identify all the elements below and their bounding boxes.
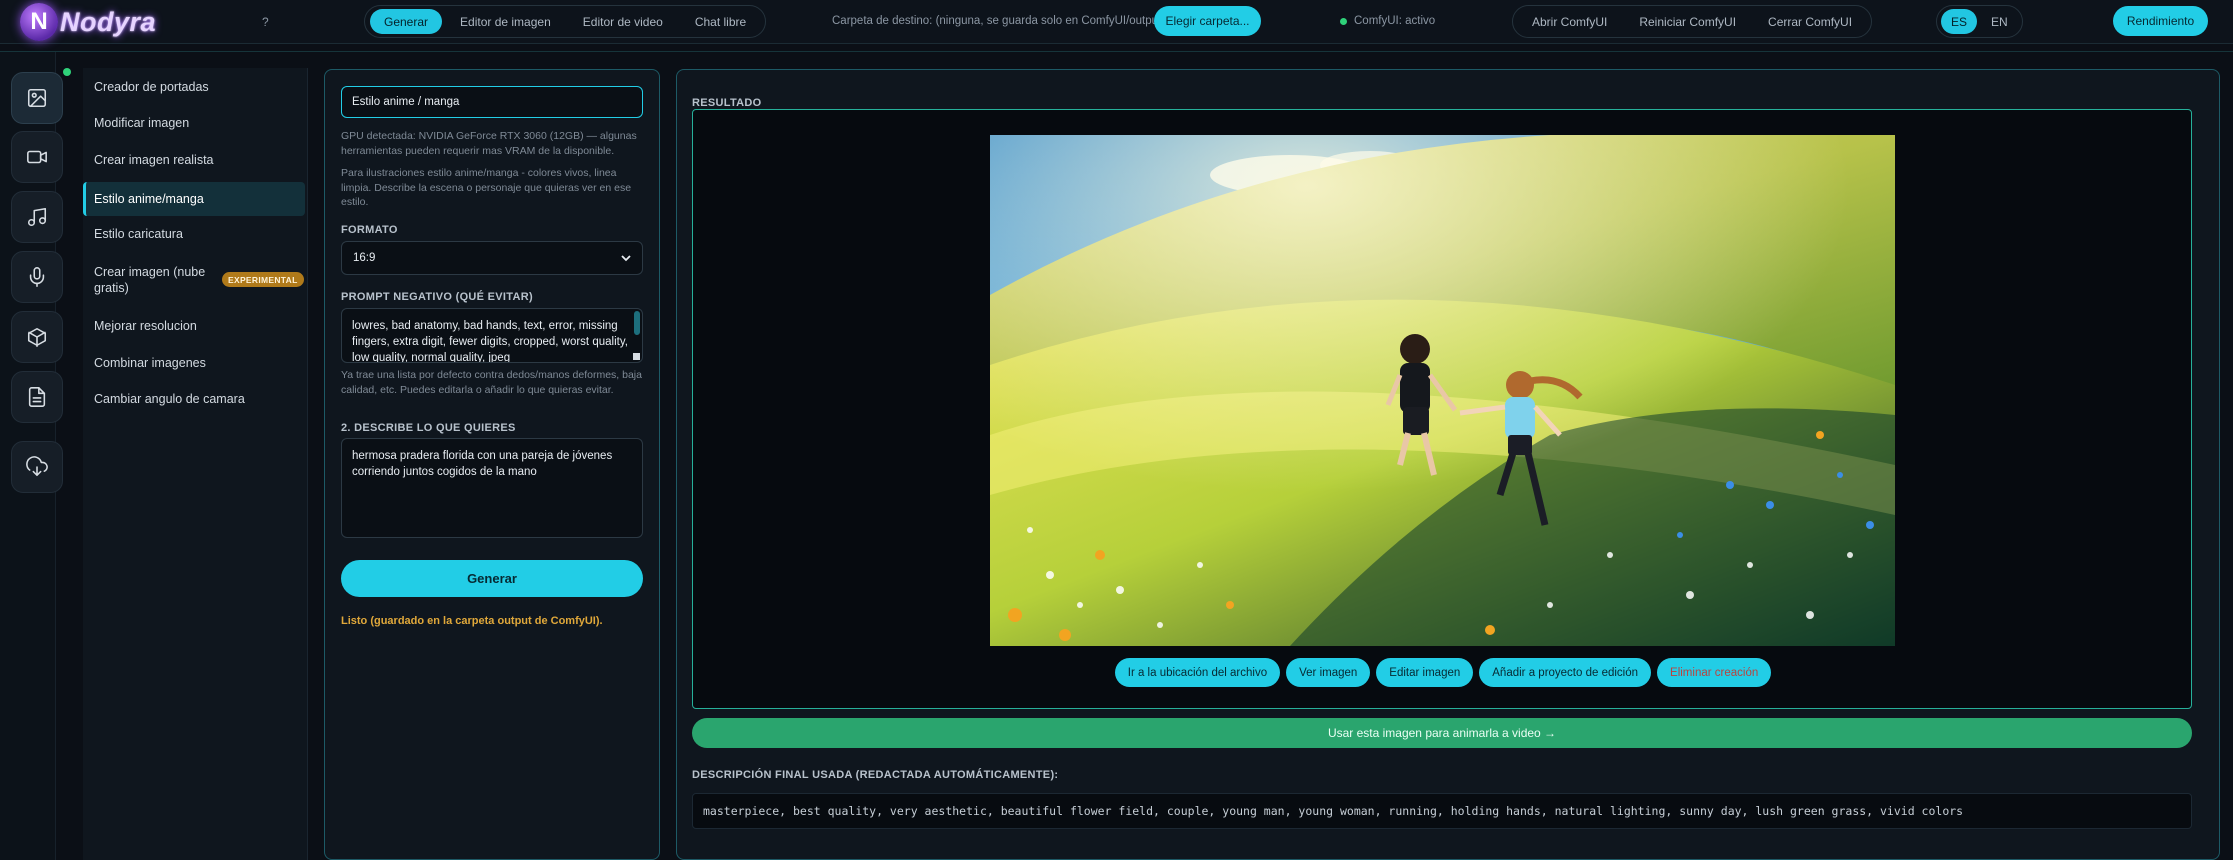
result-preview-frame: Ir a la ubicación del archivo Ver imagen… [692, 109, 2192, 709]
tab-chat-libre[interactable]: Chat libre [681, 9, 760, 34]
format-value: 16:9 [353, 252, 376, 264]
cube-icon [27, 327, 47, 347]
status-message: Listo (guardado en la carpeta output de … [341, 615, 603, 627]
app-logo[interactable]: N Nodyra [20, 3, 156, 41]
format-select[interactable]: 16:9 [341, 241, 643, 275]
status-text: ComfyUI: activo [1354, 15, 1436, 27]
describe-textarea[interactable]: hermosa pradera florida con una pareja d… [341, 438, 643, 538]
destination-folder-text: Carpeta de destino: (ninguna, se guarda … [832, 15, 1166, 27]
submenu-item-modificar-imagen[interactable]: Modificar imagen [83, 110, 305, 135]
negative-prompt-label: PROMPT NEGATIVO (QUÉ EVITAR) [341, 291, 533, 303]
final-prompt-field[interactable]: masterpiece, best quality, very aestheti… [692, 793, 2192, 829]
chevron-down-icon [621, 255, 631, 262]
submenu-item-combinar-imagenes[interactable]: Combinar imagenes [83, 350, 305, 375]
result-panel: RESULTADO Ir a la ubicación del archivo … [676, 69, 2220, 860]
generation-form-panel: Estilo anime / manga GPU detectada: NVID… [324, 69, 660, 860]
submenu-item-label: Crear imagen (nube gratis) [94, 265, 206, 295]
submenu-item-imagen-realista[interactable]: Crear imagen realista [83, 147, 305, 172]
submenu-item-mejorar-resolucion[interactable]: Mejorar resolucion [83, 313, 305, 338]
add-to-project-button[interactable]: Añadir a proyecto de edición [1479, 658, 1652, 687]
video-icon [27, 150, 47, 164]
help-button[interactable]: ? [262, 15, 269, 29]
gpu-note: GPU detectada: NVIDIA GeForce RTX 3060 (… [341, 130, 637, 157]
logo-mark: N [20, 3, 58, 41]
rail-3d-button[interactable] [11, 311, 63, 363]
image-icon [27, 88, 47, 108]
delete-creation-button[interactable]: Eliminar creación [1657, 658, 1772, 687]
logo-text: Nodyra [60, 6, 157, 37]
view-image-button[interactable]: Ver imagen [1286, 658, 1371, 687]
style-title-input[interactable]: Estilo anime / manga [341, 86, 643, 118]
textarea-resize-handle[interactable] [633, 353, 640, 360]
tab-editor-imagen[interactable]: Editor de imagen [446, 9, 565, 34]
experimental-badge: EXPERIMENTAL [222, 272, 304, 287]
describe-label: 2. DESCRIBE LO QUE QUIERES [341, 422, 516, 434]
negative-prompt-text: lowres, bad anatomy, bad hands, text, er… [352, 320, 628, 363]
textarea-scrollbar[interactable] [634, 311, 640, 335]
result-title: RESULTADO [692, 97, 762, 109]
rail-music-button[interactable] [11, 191, 63, 243]
lang-es[interactable]: ES [1941, 9, 1978, 34]
comfyui-status: ComfyUI: activo [1340, 15, 1435, 27]
edit-image-button[interactable]: Editar imagen [1376, 658, 1474, 687]
performance-button[interactable]: Rendimiento [2113, 6, 2208, 36]
open-file-location-button[interactable]: Ir a la ubicación del archivo [1114, 658, 1281, 687]
submenu-item-angulo-camara[interactable]: Cambiar angulo de camara [83, 386, 305, 411]
rail-image-button[interactable] [11, 72, 63, 124]
header-divider [0, 51, 2233, 52]
submenu-item-creador-portadas[interactable]: Creador de portadas [83, 74, 305, 99]
online-dot-icon [63, 68, 71, 76]
status-dot-icon [1340, 17, 1347, 25]
submenu-item-anime-manga[interactable]: Estilo anime/manga [83, 182, 305, 216]
generated-image[interactable] [990, 135, 1895, 646]
top-bar: N Nodyra ? Generar Editor de imagen Edit… [0, 0, 2233, 44]
lang-en[interactable]: EN [1981, 9, 2018, 34]
rail-cloud-button[interactable] [11, 441, 63, 493]
final-description-label: DESCRIPCIÓN FINAL USADA (REDACTADA AUTOM… [692, 769, 1059, 781]
open-comfyui-button[interactable]: Abrir ComfyUI [1518, 9, 1621, 34]
comfyui-controls: Abrir ComfyUI Reiniciar ComfyUI Cerrar C… [1512, 5, 1873, 38]
negative-prompt-note: Ya trae una lista por defecto contra ded… [341, 369, 642, 396]
submenu-item-caricatura[interactable]: Estilo caricatura [83, 221, 305, 246]
tab-generar[interactable]: Generar [370, 9, 443, 34]
choose-folder-button[interactable]: Elegir carpeta... [1154, 6, 1261, 36]
music-icon [27, 207, 47, 227]
tool-submenu: Creador de portadas Modificar imagen Cre… [83, 68, 308, 860]
generate-button[interactable]: Generar [341, 560, 643, 597]
close-comfyui-button[interactable]: Cerrar ComfyUI [1754, 9, 1866, 34]
rail-document-button[interactable] [11, 371, 63, 423]
result-actions: Ir a la ubicación del archivo Ver imagen… [693, 658, 2193, 687]
document-icon [28, 387, 46, 407]
negative-prompt-textarea[interactable]: lowres, bad anatomy, bad hands, text, er… [341, 308, 643, 363]
mode-tabs: Generar Editor de imagen Editor de video… [364, 5, 767, 38]
format-label: FORMATO [341, 224, 398, 236]
anime-meadow-illustration [990, 135, 1895, 646]
microphone-icon [29, 267, 45, 287]
animate-to-video-button[interactable]: Usar esta imagen para animarla a video → [692, 718, 2192, 748]
rail-video-button[interactable] [11, 131, 63, 183]
tab-editor-video[interactable]: Editor de video [569, 9, 677, 34]
restart-comfyui-button[interactable]: Reiniciar ComfyUI [1625, 9, 1750, 34]
rail-audio-button[interactable] [11, 251, 63, 303]
submenu-item-imagen-nube[interactable]: Crear imagen (nube gratis) EXPERIMENTAL [83, 260, 305, 300]
style-note: Para ilustraciones estilo anime/manga - … [341, 167, 632, 208]
cloud-download-icon [26, 456, 48, 477]
language-switch: ES EN [1936, 5, 2023, 38]
